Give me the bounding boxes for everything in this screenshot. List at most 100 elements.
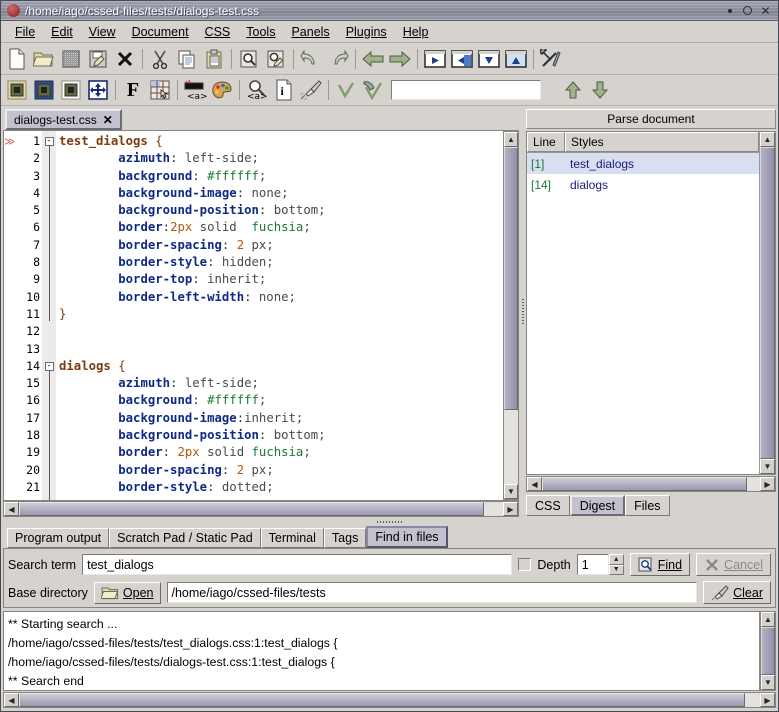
tab-find-in-files[interactable]: Find in files (366, 526, 448, 548)
tab-digest[interactable]: Digest (569, 495, 626, 516)
paste-icon[interactable] (201, 46, 227, 72)
tab-css[interactable]: CSS (526, 495, 570, 516)
panel-top-icon[interactable] (503, 46, 529, 72)
search-output[interactable]: ** Starting search ... /home/iago/cssed-f… (3, 611, 760, 691)
scroll-thumb[interactable] (19, 693, 746, 707)
menu-help[interactable]: Help (395, 23, 437, 41)
menu-plugins[interactable]: Plugins (338, 23, 395, 41)
tab-program-output[interactable]: Program output (7, 528, 110, 548)
close-icon[interactable]: ✕ (758, 3, 773, 18)
vertical-splitter[interactable] (519, 106, 526, 518)
anchor-style-icon[interactable]: <a> (182, 77, 208, 103)
open-folder-icon[interactable] (31, 46, 57, 72)
scroll-thumb[interactable] (760, 147, 775, 459)
base-directory-input[interactable]: /home/iago/cssed-files/tests (166, 582, 698, 603)
scroll-right-icon[interactable]: ▶ (760, 693, 775, 707)
css-box-gold-icon[interactable] (4, 77, 30, 103)
validate-icon[interactable] (333, 77, 359, 103)
css-box-white-icon[interactable] (58, 77, 84, 103)
horizontal-splitter[interactable] (1, 518, 778, 525)
maximize-icon[interactable] (740, 3, 755, 18)
new-file-icon[interactable] (4, 46, 30, 72)
panel-bottom-icon[interactable] (476, 46, 502, 72)
scroll-track[interactable] (504, 147, 518, 484)
menu-css[interactable]: CSS (197, 23, 239, 41)
scroll-track[interactable] (19, 693, 760, 707)
cut-icon[interactable] (147, 46, 173, 72)
scroll-up-icon[interactable]: ▲ (504, 132, 518, 147)
validate-doc-icon[interactable] (360, 77, 386, 103)
minimize-icon[interactable] (722, 3, 737, 18)
scroll-left-icon[interactable]: ◀ (527, 477, 542, 491)
code-text[interactable]: test_dialogs { azimuth: left-side; backg… (56, 131, 503, 500)
menu-document[interactable]: Document (124, 23, 197, 41)
scroll-thumb[interactable] (19, 502, 484, 516)
close-icon[interactable]: ✕ (103, 113, 113, 127)
menu-tools[interactable]: Tools (238, 23, 283, 41)
tab-scratch-pad[interactable]: Scratch Pad / Static Pad (109, 528, 261, 548)
scroll-down-icon[interactable]: ▼ (761, 675, 775, 690)
scroll-track[interactable] (19, 502, 503, 516)
clear-button[interactable]: Clear (703, 581, 771, 604)
find-button[interactable]: Find (629, 553, 691, 576)
fold-column[interactable]: -- (42, 131, 56, 500)
scroll-down-icon[interactable]: ▼ (504, 484, 518, 499)
menu-file[interactable]: File (7, 23, 43, 41)
search-input[interactable]: test_dialogs (82, 554, 513, 575)
arrow-down-icon[interactable] (587, 77, 613, 103)
tab-terminal[interactable]: Terminal (260, 528, 324, 548)
save-as-icon[interactable] (85, 46, 111, 72)
open-button[interactable]: Open (93, 581, 161, 604)
brush-icon[interactable] (298, 77, 324, 103)
scroll-thumb[interactable] (504, 147, 518, 410)
scroll-left-icon[interactable]: ◀ (4, 502, 19, 516)
scroll-thumb[interactable] (761, 627, 775, 675)
preferences-icon[interactable] (538, 46, 564, 72)
parse-vertical-scrollbar[interactable]: ▲ ▼ (759, 132, 775, 474)
info-icon[interactable]: i (271, 77, 297, 103)
scroll-track[interactable] (542, 477, 760, 491)
copy-icon[interactable] (174, 46, 200, 72)
close-file-icon[interactable] (112, 46, 138, 72)
stepper-up-icon[interactable]: ▲ (608, 554, 624, 565)
output-vertical-scrollbar[interactable]: ▲ ▼ (760, 611, 776, 691)
css-toolbar-input[interactable] (391, 80, 541, 100)
table-row[interactable]: [14] dialogs (527, 174, 759, 195)
cancel-button[interactable]: Cancel (696, 553, 771, 576)
stepper-down-icon[interactable]: ▼ (608, 564, 624, 575)
code-editor[interactable]: ≫ 1 2 3 4 5 6 7 8 9 10 11 12 13 14 15 16 17 18 19 20 21 -- t… (4, 131, 503, 500)
scroll-left-icon[interactable]: ◀ (4, 693, 19, 707)
editor-tab-dialogs-test-css[interactable]: dialogs-test.css ✕ (5, 109, 122, 130)
font-icon[interactable]: F (120, 77, 146, 103)
redo-icon[interactable] (325, 46, 351, 72)
arrow-up-icon[interactable] (560, 77, 586, 103)
color-palette-icon[interactable] (209, 77, 235, 103)
column-header-line[interactable]: Line (527, 132, 565, 152)
scroll-down-icon[interactable]: ▼ (760, 459, 775, 474)
depth-stepper[interactable]: 1 ▲ ▼ (576, 554, 624, 575)
menu-view[interactable]: View (81, 23, 124, 41)
back-icon[interactable] (360, 46, 386, 72)
scroll-track[interactable] (761, 627, 775, 675)
forward-icon[interactable] (387, 46, 413, 72)
scroll-track[interactable] (760, 147, 775, 459)
scroll-up-icon[interactable]: ▲ (761, 612, 775, 627)
find-replace-icon[interactable] (263, 46, 289, 72)
scroll-right-icon[interactable]: ▶ (760, 477, 775, 491)
undo-icon[interactable] (298, 46, 324, 72)
scroll-up-icon[interactable]: ▲ (760, 132, 775, 147)
panel-left-icon[interactable] (449, 46, 475, 72)
menu-edit[interactable]: Edit (43, 23, 81, 41)
find-icon[interactable] (236, 46, 262, 72)
editor-vertical-scrollbar[interactable]: ▲ ▼ (503, 131, 519, 500)
scroll-right-icon[interactable]: ▶ (503, 502, 518, 516)
menu-panels[interactable]: Panels (283, 23, 337, 41)
save-icon[interactable] (58, 46, 84, 72)
scroll-thumb[interactable] (542, 477, 747, 491)
css-box-blue-icon[interactable] (31, 77, 57, 103)
parse-horizontal-scrollbar[interactable]: ◀ ▶ (526, 476, 776, 493)
css-position-icon[interactable] (85, 77, 111, 103)
depth-value[interactable]: 1 (576, 554, 609, 575)
panel-right-icon[interactable] (422, 46, 448, 72)
parse-tree[interactable]: Line Styles [1] test_dialogs [14] dialog… (527, 132, 759, 474)
